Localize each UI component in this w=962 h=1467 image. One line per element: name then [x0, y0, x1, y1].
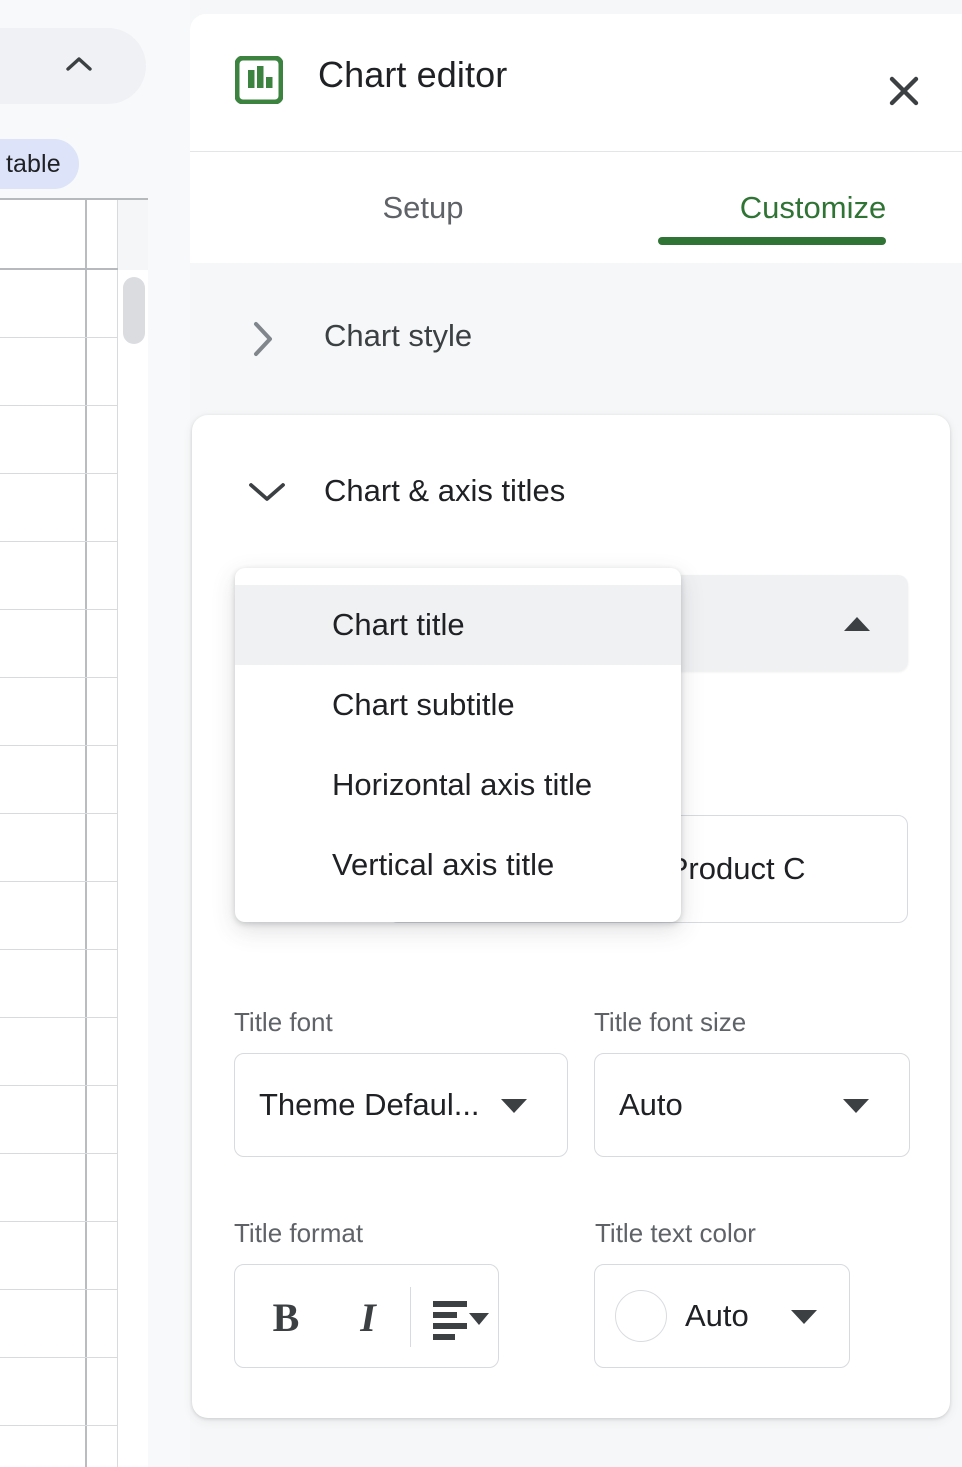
page-title: Chart editor	[318, 54, 507, 96]
text-align-button[interactable]	[427, 1283, 493, 1351]
chart-editor-screen: table	[0, 0, 962, 1467]
menu-item-label: Vertical axis title	[332, 847, 554, 883]
collapse-panel-button[interactable]	[0, 28, 146, 104]
menu-item-chart-subtitle[interactable]: Chart subtitle	[235, 665, 681, 745]
title-type-dropdown-menu: Chart title Chart subtitle Horizontal ax…	[235, 568, 681, 922]
tab-customize-label: Customize	[740, 190, 886, 226]
chart-editor-header: Chart editor	[190, 14, 962, 151]
menu-item-horizontal-axis-title[interactable]: Horizontal axis title	[235, 745, 681, 825]
bar-chart-icon	[235, 56, 283, 104]
caret-down-icon	[501, 1099, 527, 1113]
menu-item-label: Horizontal axis title	[332, 767, 592, 803]
title-font-size-label: Title font size	[594, 1007, 746, 1038]
menu-item-vertical-axis-title[interactable]: Vertical axis title	[235, 825, 681, 905]
section-chart-style-label: Chart style	[324, 318, 472, 354]
tab-setup[interactable]: Setup	[278, 152, 568, 263]
chevron-down-icon	[248, 481, 286, 503]
menu-item-chart-title[interactable]: Chart title	[235, 585, 681, 665]
close-icon	[872, 59, 936, 123]
spreadsheet-area: table	[0, 0, 190, 1467]
table-chip[interactable]: table	[0, 139, 79, 189]
section-chart-axis-titles: Chart & axis titles Chart title Chart su…	[192, 415, 950, 1418]
section-chart-axis-titles-label: Chart & axis titles	[324, 473, 565, 509]
toolbar-divider	[410, 1287, 411, 1347]
chevron-up-icon	[66, 56, 92, 72]
caret-down-icon	[791, 1310, 817, 1324]
title-font-value: Theme Defaul...	[259, 1087, 480, 1123]
title-font-size-value: Auto	[619, 1087, 683, 1123]
text-align-icon	[427, 1283, 493, 1351]
active-tab-indicator	[658, 237, 886, 245]
section-chart-axis-titles-header[interactable]: Chart & axis titles	[192, 415, 950, 565]
table-chip-label: table	[6, 150, 61, 179]
editor-tabs: Setup Customize	[190, 152, 962, 263]
title-format-label: Title format	[234, 1218, 363, 1249]
title-font-size-select[interactable]: Auto	[594, 1053, 910, 1157]
section-chart-style[interactable]: Chart style	[190, 263, 962, 415]
scrollbar-track	[118, 270, 148, 1467]
title-font-label: Title font	[234, 1007, 333, 1038]
tab-setup-label: Setup	[382, 190, 463, 226]
title-text-color-label: Title text color	[595, 1218, 756, 1249]
italic-icon[interactable]: I	[335, 1283, 401, 1351]
chart-editor-panel: Chart editor Setup Customize	[190, 0, 962, 1467]
close-button[interactable]	[872, 59, 936, 123]
caret-down-icon	[843, 1099, 869, 1113]
menu-item-label: Chart subtitle	[332, 687, 515, 723]
caret-up-icon	[844, 617, 870, 631]
bold-icon[interactable]: B	[253, 1283, 319, 1351]
color-swatch-icon	[615, 1290, 667, 1342]
vertical-scrollbar-thumb[interactable]	[123, 277, 145, 344]
title-text-color-select[interactable]: Auto	[594, 1264, 850, 1368]
sheet-right-margin	[148, 0, 190, 1467]
grid-header-cell	[118, 200, 148, 270]
chevron-right-icon	[252, 321, 274, 357]
spreadsheet-grid[interactable]	[0, 198, 148, 1467]
title-font-select[interactable]: Theme Defaul...	[234, 1053, 568, 1157]
title-format-toolbar: B I	[234, 1264, 499, 1368]
menu-item-label: Chart title	[332, 607, 465, 643]
title-text-color-value: Auto	[685, 1298, 749, 1334]
tab-customize[interactable]: Customize	[668, 152, 958, 263]
